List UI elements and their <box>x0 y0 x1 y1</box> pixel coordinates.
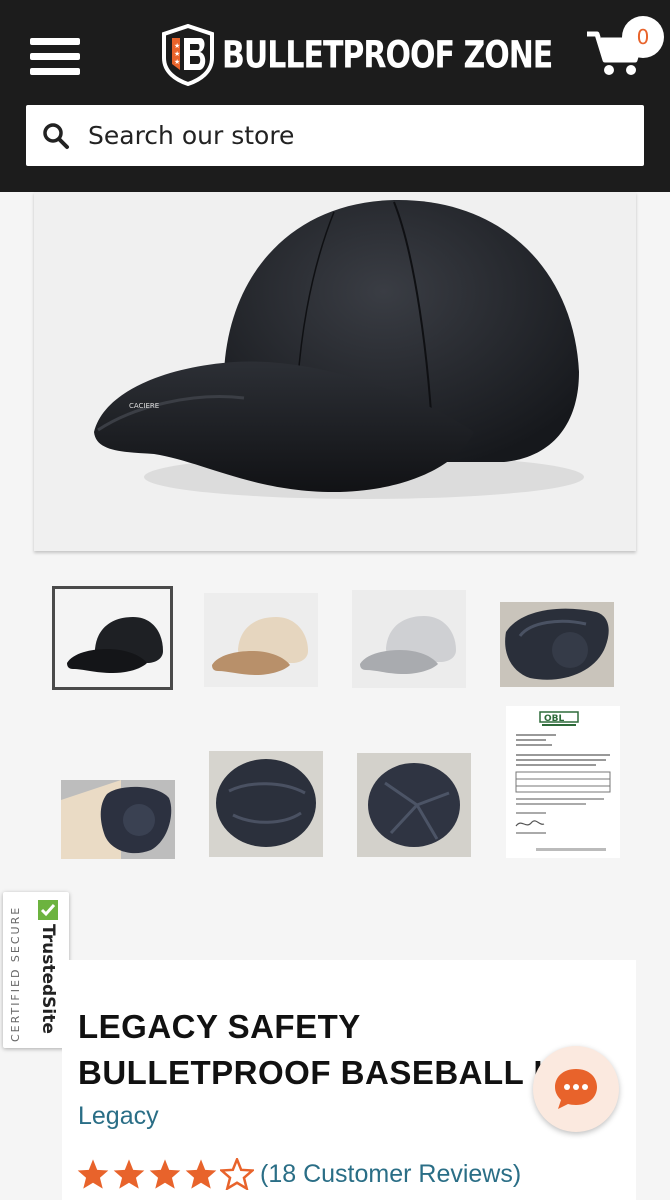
black-baseball-cap-photo: CACIERE <box>94 199 584 499</box>
site-logo[interactable]: ★ ★ ★ BULLETPROOF ZONE <box>160 24 553 86</box>
main-product-image[interactable]: CACIERE <box>34 192 636 551</box>
vendor-link[interactable]: Legacy <box>78 1102 159 1131</box>
svg-text:OBL: OBL <box>544 714 565 724</box>
chat-bubble-icon <box>555 1069 597 1109</box>
grey-cap-thumbnail[interactable] <box>352 590 466 688</box>
search-input[interactable] <box>88 121 608 150</box>
ballistic-insert-thumbnail[interactable] <box>209 751 323 857</box>
customer-reviews-link[interactable]: (18 Customer Reviews) <box>260 1160 521 1189</box>
chat-button[interactable] <box>533 1046 619 1132</box>
star-icon <box>77 1159 109 1189</box>
star-icon <box>113 1159 145 1189</box>
certificate-document-thumbnail[interactable]: OBL <box>506 706 620 858</box>
rating-stars[interactable]: (18 Customer Reviews) <box>76 1158 521 1190</box>
beige-cap-thumbnail[interactable] <box>204 593 318 687</box>
svg-text:★: ★ <box>174 58 180 66</box>
star-icon <box>185 1159 217 1189</box>
ballistic-insert-alt-thumbnail[interactable] <box>357 753 471 857</box>
hamburger-menu-button[interactable] <box>30 38 80 76</box>
cart-count-badge: 0 <box>622 16 664 58</box>
svg-text:CACIERE: CACIERE <box>129 402 159 410</box>
checkmark-icon <box>38 900 58 920</box>
hamburger-icon <box>30 38 80 45</box>
shield-logo-icon: ★ ★ ★ <box>162 24 214 86</box>
certified-secure-label: CERTIFIED SECURE <box>9 905 22 1042</box>
search-bar <box>26 105 644 166</box>
svg-text:★: ★ <box>174 42 180 50</box>
beige-cap-inside-thumbnail[interactable] <box>61 780 175 859</box>
star-icon <box>149 1159 181 1189</box>
search-icon[interactable] <box>42 122 70 150</box>
black-cap-thumbnail[interactable] <box>52 586 173 690</box>
star-outline-icon <box>220 1158 254 1190</box>
cap-underside-thumbnail[interactable] <box>500 602 614 687</box>
trusted-site-badge[interactable]: CERTIFIED SECURE TrustedSite <box>3 892 69 1048</box>
brand-name: BULLETPROOF ZONE <box>222 33 553 77</box>
site-header: ★ ★ ★ BULLETPROOF ZONE 0 <box>0 0 670 192</box>
svg-text:★: ★ <box>174 50 180 58</box>
trusted-site-brand: TrustedSite <box>38 924 58 1034</box>
